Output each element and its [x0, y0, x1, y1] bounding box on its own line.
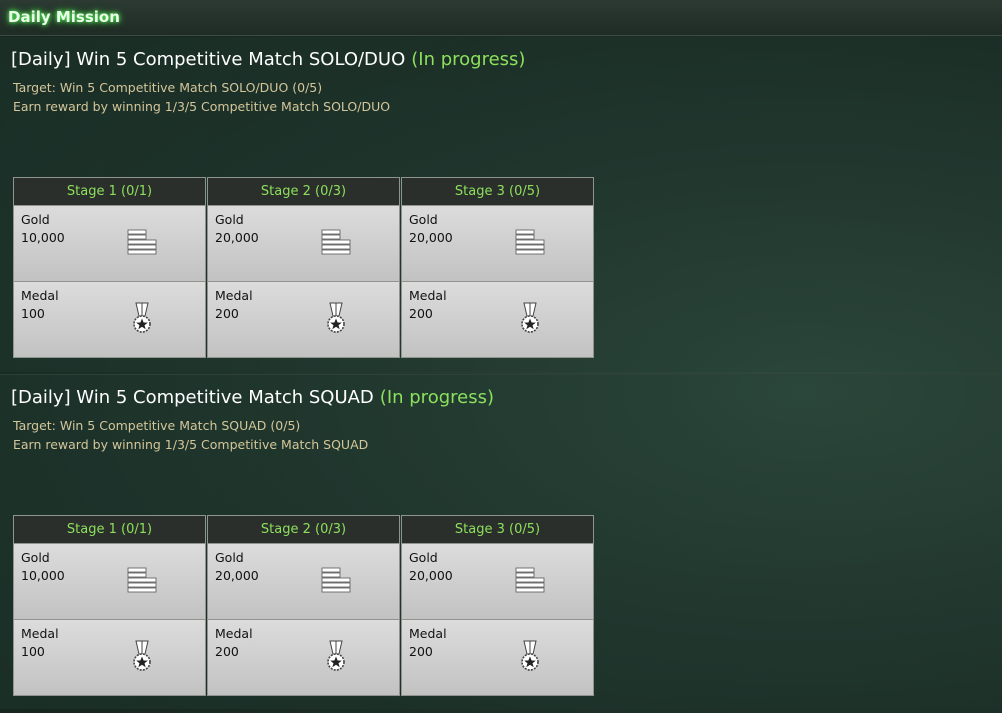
stage-header: Stage 3 (0/5) — [401, 515, 594, 544]
gold-reward-cell: Gold 20,000 — [207, 206, 400, 282]
reward-amount: 20,000 — [409, 230, 453, 245]
reward-amount: 20,000 — [215, 230, 259, 245]
stage-header: Stage 2 (0/3) — [207, 515, 400, 544]
reward-amount: 200 — [409, 644, 433, 659]
reward-name: Gold — [215, 212, 244, 227]
reward-grid: Stage 1 (0/1) Gold 10,000 Medal 100 Stag… — [13, 177, 595, 358]
gold-reward-cell: Gold 20,000 — [207, 544, 400, 620]
gold-bars-icon — [127, 567, 157, 593]
reward-amount: 20,000 — [215, 568, 259, 583]
reward-grid: Stage 1 (0/1) Gold 10,000 Medal 100 Stag… — [13, 515, 595, 696]
reward-amount: 200 — [215, 644, 239, 659]
medal-icon — [521, 302, 539, 333]
stage-column: Stage 2 (0/3) Gold 20,000 Medal 200 — [207, 177, 400, 358]
page-title: Daily Mission — [8, 8, 120, 26]
medal-reward-cell: Medal 100 — [13, 282, 206, 358]
stage-header: Stage 1 (0/1) — [13, 177, 206, 206]
mission-target: Target: Win 5 Competitive Match SOLO/DUO… — [13, 80, 323, 95]
stage-column: Stage 1 (0/1) Gold 10,000 Medal 100 — [13, 177, 206, 358]
mission-section: [Daily] Win 5 Competitive Match SOLO/DUO… — [0, 37, 1002, 372]
mission-title-text: [Daily] Win 5 Competitive Match SQUAD — [11, 387, 374, 408]
mission-title: [Daily] Win 5 Competitive Match SOLO/DUO… — [11, 49, 525, 70]
reward-amount: 100 — [21, 644, 45, 659]
mission-description: Earn reward by winning 1/3/5 Competitive… — [13, 99, 391, 114]
reward-name: Medal — [215, 626, 253, 641]
reward-name: Medal — [21, 288, 59, 303]
reward-name: Gold — [21, 212, 50, 227]
medal-icon — [327, 640, 345, 671]
reward-name: Gold — [21, 550, 50, 565]
reward-name: Medal — [21, 626, 59, 641]
reward-name: Medal — [409, 626, 447, 641]
mission-title-text: [Daily] Win 5 Competitive Match SOLO/DUO — [11, 49, 406, 70]
stage-header: Stage 3 (0/5) — [401, 177, 594, 206]
gold-reward-cell: Gold 10,000 — [13, 206, 206, 282]
stage-column: Stage 1 (0/1) Gold 10,000 Medal 100 — [13, 515, 206, 696]
reward-amount: 10,000 — [21, 568, 65, 583]
reward-amount: 200 — [409, 306, 433, 321]
mission-section: [Daily] Win 5 Competitive Match SQUAD (In… — [0, 374, 1002, 709]
gold-reward-cell: Gold 10,000 — [13, 544, 206, 620]
stage-column: Stage 3 (0/5) Gold 20,000 Medal 200 — [401, 515, 594, 696]
gold-bars-icon — [515, 229, 545, 255]
reward-name: Gold — [215, 550, 244, 565]
reward-amount: 200 — [215, 306, 239, 321]
stage-column: Stage 3 (0/5) Gold 20,000 Medal 200 — [401, 177, 594, 358]
mission-status: (In progress) — [411, 49, 526, 70]
gold-bars-icon — [321, 229, 351, 255]
medal-reward-cell: Medal 100 — [13, 620, 206, 696]
gold-bars-icon — [515, 567, 545, 593]
reward-name: Gold — [409, 550, 438, 565]
medal-reward-cell: Medal 200 — [207, 620, 400, 696]
reward-amount: 20,000 — [409, 568, 453, 583]
medal-icon — [133, 302, 151, 333]
stage-header: Stage 1 (0/1) — [13, 515, 206, 544]
medal-icon — [133, 640, 151, 671]
gold-bars-icon — [321, 567, 351, 593]
medal-icon — [327, 302, 345, 333]
medal-reward-cell: Medal 200 — [401, 282, 594, 358]
stage-column: Stage 2 (0/3) Gold 20,000 Medal 200 — [207, 515, 400, 696]
mission-title: [Daily] Win 5 Competitive Match SQUAD (In… — [11, 387, 494, 408]
header-bar: Daily Mission — [0, 0, 1002, 36]
reward-name: Medal — [215, 288, 253, 303]
reward-name: Gold — [409, 212, 438, 227]
gold-reward-cell: Gold 20,000 — [401, 544, 594, 620]
gold-bars-icon — [127, 229, 157, 255]
mission-status: (In progress) — [379, 387, 494, 408]
stage-header: Stage 2 (0/3) — [207, 177, 400, 206]
mission-description: Earn reward by winning 1/3/5 Competitive… — [13, 437, 369, 452]
reward-name: Medal — [409, 288, 447, 303]
medal-icon — [521, 640, 539, 671]
medal-reward-cell: Medal 200 — [401, 620, 594, 696]
reward-amount: 100 — [21, 306, 45, 321]
reward-amount: 10,000 — [21, 230, 65, 245]
mission-target: Target: Win 5 Competitive Match SQUAD (0… — [13, 418, 301, 433]
medal-reward-cell: Medal 200 — [207, 282, 400, 358]
gold-reward-cell: Gold 20,000 — [401, 206, 594, 282]
